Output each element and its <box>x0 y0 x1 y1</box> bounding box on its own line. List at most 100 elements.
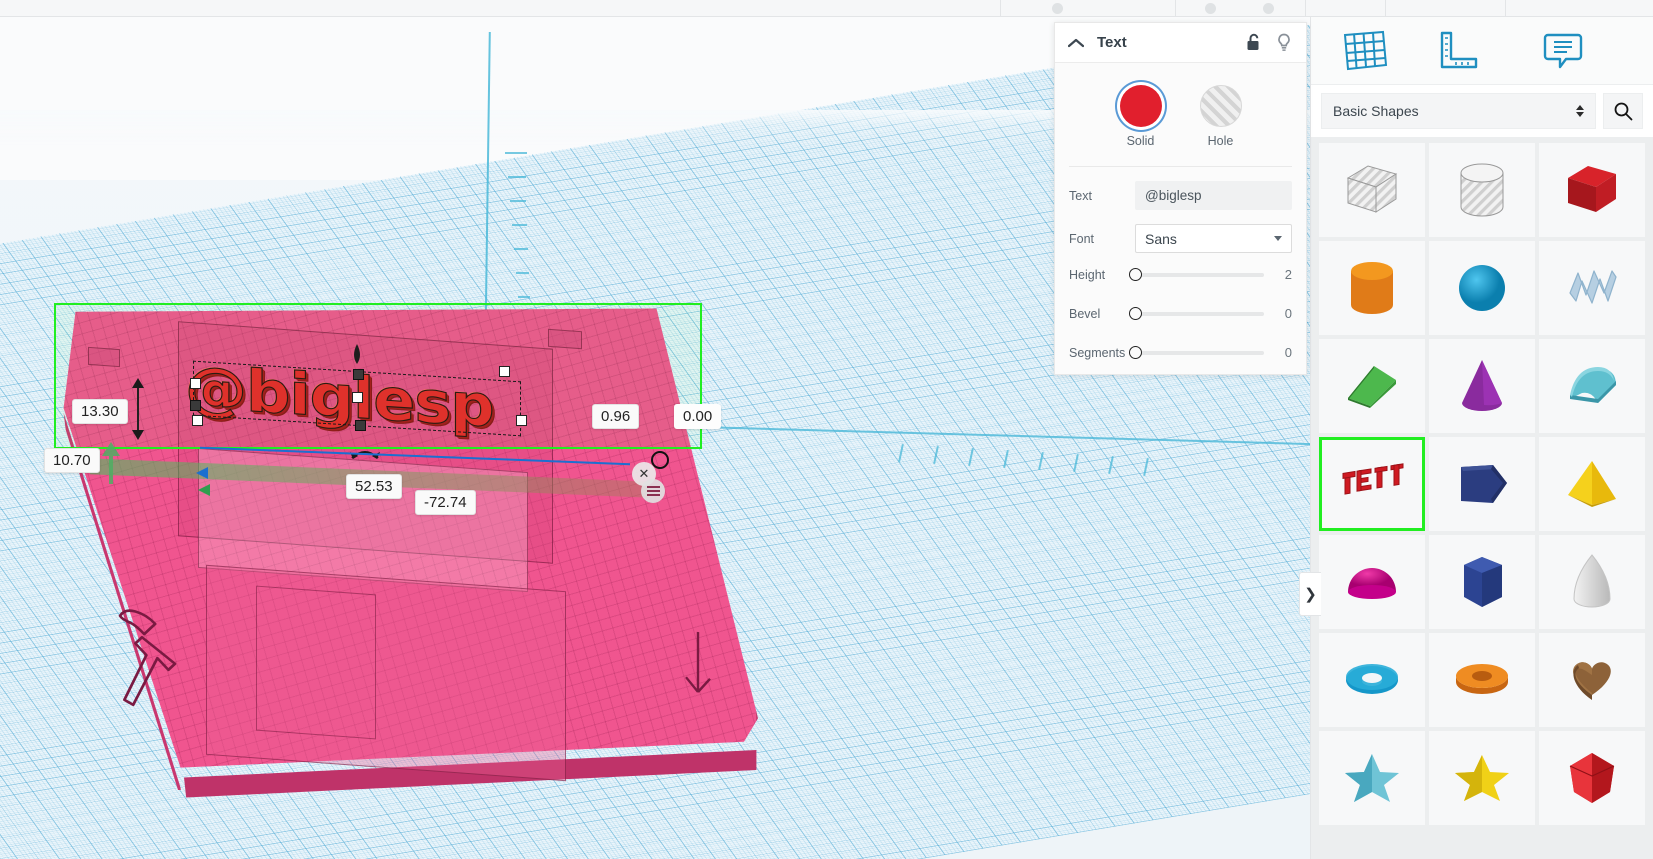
dimension-label-position[interactable]: -72.74 <box>415 490 476 515</box>
axis-tick <box>505 152 527 154</box>
segments-slider-label: Segments <box>1069 345 1126 360</box>
axis-tick <box>518 296 530 298</box>
segments-slider-knob[interactable] <box>1129 345 1142 359</box>
shapes-panel[interactable]: Basic Shapes <box>1310 17 1653 859</box>
height-dim-arrows-icon <box>132 378 144 440</box>
resize-handle-left-mid[interactable] <box>190 400 201 411</box>
solid-mode-label: Solid <box>1126 134 1155 148</box>
panel-collapse-tab[interactable]: ❯ <box>1299 572 1321 616</box>
context-menu-handle-icon[interactable] <box>641 479 665 503</box>
dimension-label-rotation[interactable]: 0.00 <box>674 404 722 429</box>
dimension-label-width[interactable]: 0.96 <box>592 404 640 429</box>
font-select-value: Sans <box>1145 230 1177 247</box>
shape-pyramid[interactable] <box>1539 437 1645 531</box>
shape-category-value: Basic Shapes <box>1333 103 1419 119</box>
resize-handle-tl[interactable] <box>190 378 201 389</box>
shape-cone[interactable] <box>1429 339 1535 433</box>
chevron-down-icon <box>1274 236 1282 241</box>
model-label-inner <box>256 585 376 740</box>
shape-cylinder-hole[interactable] <box>1429 143 1535 237</box>
shape-torus[interactable] <box>1319 633 1425 727</box>
lightbulb-icon[interactable] <box>1276 33 1294 53</box>
inspector-title: Text <box>1097 34 1127 51</box>
axis-tick <box>510 200 526 202</box>
font-field-row: Font Sans <box>1069 224 1292 253</box>
shape-half-sphere[interactable] <box>1319 535 1425 629</box>
resize-handle-br[interactable] <box>516 415 527 426</box>
bevel-slider-knob[interactable] <box>1129 306 1142 320</box>
toolbar-cell[interactable] <box>1305 0 1385 17</box>
toolbar-dot-icon <box>1205 3 1216 14</box>
notes-icon[interactable] <box>1517 21 1609 81</box>
shape-polygon-prism[interactable] <box>1429 437 1535 531</box>
shape-heart[interactable] <box>1539 633 1645 727</box>
font-select[interactable]: Sans <box>1135 224 1292 253</box>
hole-pattern-swatch[interactable] <box>1199 85 1242 127</box>
solid-color-swatch[interactable] <box>1119 85 1162 127</box>
dimension-label-height[interactable]: 13.30 <box>72 399 128 424</box>
shape-text[interactable] <box>1319 437 1425 531</box>
shape-wedge[interactable] <box>1319 339 1425 433</box>
shape-gem[interactable] <box>1539 731 1645 825</box>
toolbar-cell[interactable] <box>1505 0 1653 17</box>
hammer-icon <box>118 609 177 707</box>
axis-tick <box>514 248 528 250</box>
bevel-slider-row: Bevel 0 <box>1069 306 1292 321</box>
resize-handle-top-mid[interactable] <box>353 369 364 380</box>
toolbar-cell[interactable] <box>1175 0 1305 17</box>
solid-mode-option[interactable]: Solid <box>1119 85 1162 148</box>
bevel-slider[interactable] <box>1129 306 1264 320</box>
shape-box-hole[interactable] <box>1319 143 1425 237</box>
search-icon[interactable] <box>1603 93 1643 129</box>
inspector-header: Text <box>1055 23 1306 63</box>
shape-inspector-panel[interactable]: Text Solid Hole Text @biglesp Font Sans … <box>1054 22 1307 375</box>
resize-handle-bl[interactable] <box>192 415 203 426</box>
resize-handle-tr[interactable] <box>499 366 510 377</box>
shape-hexagon-prism[interactable] <box>1429 535 1535 629</box>
shapes-grid[interactable] <box>1311 137 1653 859</box>
unlock-icon[interactable] <box>1246 33 1264 53</box>
up-down-arrows-icon <box>1576 105 1584 117</box>
dimension-label-z[interactable]: 10.70 <box>44 448 100 473</box>
shape-star-5[interactable] <box>1319 731 1425 825</box>
blue-arrow-left-icon <box>196 467 208 479</box>
shapes-filter-bar: Basic Shapes <box>1311 85 1653 137</box>
resize-handle-bottom-mid[interactable] <box>355 420 366 431</box>
height-slider-row: Height 2 <box>1069 267 1292 282</box>
workplane-icon[interactable] <box>1319 21 1411 81</box>
shape-scribble[interactable] <box>1539 241 1645 335</box>
toolbar-cell[interactable] <box>1000 0 1175 17</box>
shape-sphere[interactable] <box>1429 241 1535 335</box>
arrow-icon <box>685 631 711 693</box>
shape-paraboloid[interactable] <box>1539 535 1645 629</box>
resize-handle-mid[interactable] <box>352 392 363 403</box>
axis-tick <box>508 176 526 178</box>
shape-round-roof[interactable] <box>1539 339 1645 433</box>
shape-star-6[interactable] <box>1429 731 1535 825</box>
green-arrow-up-icon[interactable] <box>100 440 122 484</box>
shape-cylinder[interactable] <box>1319 241 1425 335</box>
fill-mode-selector: Solid Hole <box>1069 79 1292 164</box>
height-slider-value: 2 <box>1284 267 1292 282</box>
toolbar-cell[interactable] <box>1385 0 1505 17</box>
text-input[interactable]: @biglesp <box>1135 181 1292 210</box>
shape-tube[interactable] <box>1429 633 1535 727</box>
height-slider-knob[interactable] <box>1129 267 1142 281</box>
shapes-panel-toolbar <box>1311 17 1653 85</box>
bevel-slider-value: 0 <box>1284 306 1292 321</box>
chevron-up-icon[interactable] <box>1067 34 1085 52</box>
segments-slider[interactable] <box>1129 345 1264 359</box>
height-handle-icon[interactable] <box>348 344 366 366</box>
height-slider[interactable] <box>1129 267 1264 281</box>
hole-mode-option[interactable]: Hole <box>1199 85 1242 148</box>
ruler-icon[interactable] <box>1411 21 1503 81</box>
rotate-handle-icon[interactable] <box>348 446 382 466</box>
axis-tick <box>512 224 527 226</box>
inspector-divider <box>1069 166 1292 167</box>
shape-category-select[interactable]: Basic Shapes <box>1321 93 1596 129</box>
top-toolbar-strip[interactable] <box>0 0 1653 17</box>
shape-box[interactable] <box>1539 143 1645 237</box>
toolbar-dot-icon <box>1052 3 1063 14</box>
toolbar-dot-icon <box>1263 3 1274 14</box>
dimension-label-length[interactable]: 52.53 <box>346 474 402 499</box>
